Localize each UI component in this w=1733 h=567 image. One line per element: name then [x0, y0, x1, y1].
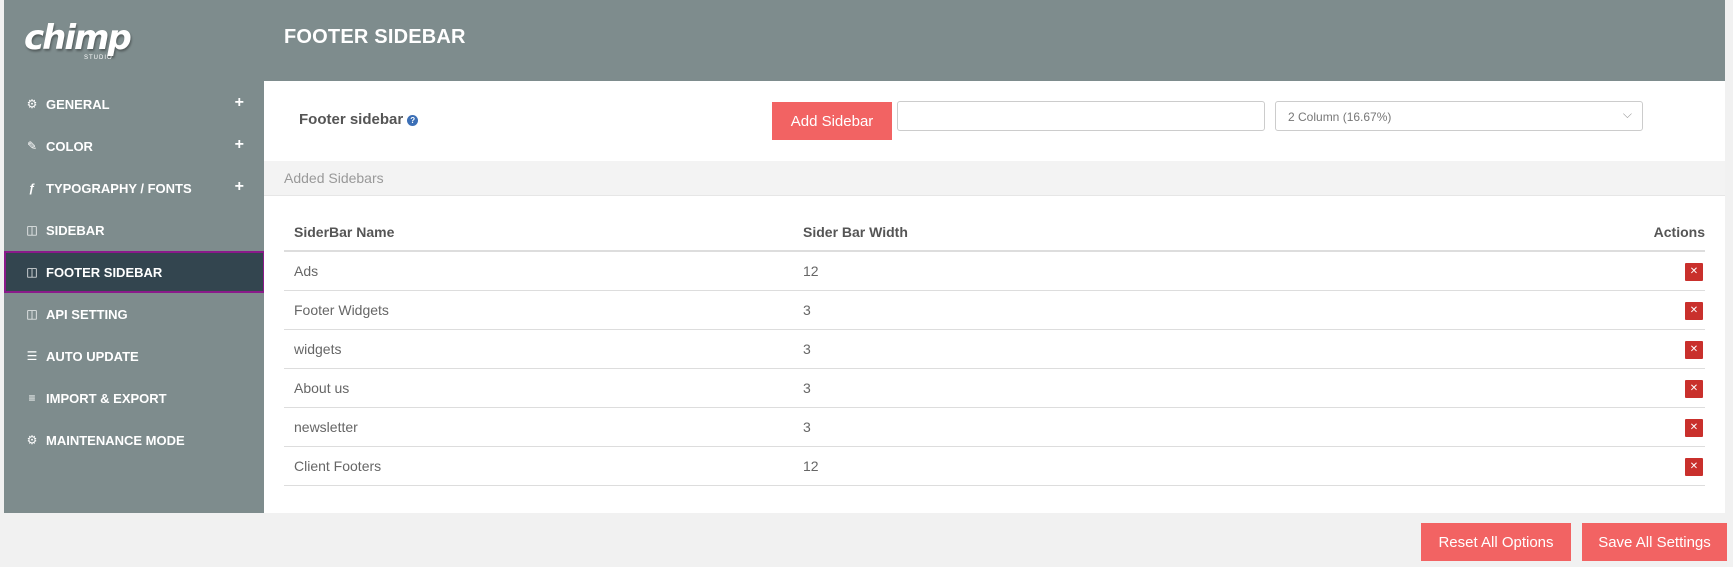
table-row: newsletter 3 ✕	[284, 407, 1705, 447]
page-title: FOOTER SIDEBAR	[284, 26, 466, 48]
columns-icon: ◫	[26, 223, 38, 237]
sidebar-item-import-export[interactable]: ≡ IMPORT & EXPORT	[4, 377, 264, 419]
save-all-settings-button[interactable]: Save All Settings	[1582, 523, 1727, 561]
sidebar-item-maintenance-mode[interactable]: ⚙ MAINTENANCE MODE	[4, 419, 264, 461]
sidebar-name-cell: About us	[284, 368, 793, 408]
actions-cell: ✕	[1387, 407, 1705, 447]
chevron-down-icon: ⌵	[1622, 107, 1632, 121]
col-sidebar-width: Sider Bar Width	[793, 214, 1388, 252]
magic-wand-icon: ✎	[26, 139, 38, 153]
logo: chimp STUDIO	[24, 18, 134, 64]
sidebar-item-api-setting[interactable]: ◫ API SETTING	[4, 293, 264, 335]
table-row: widgets 3 ✕	[284, 329, 1705, 369]
sidebar-name-input[interactable]	[897, 101, 1265, 131]
table-row: Ads 12 ✕	[284, 251, 1705, 291]
sidebar-width-cell: 3	[793, 290, 1388, 330]
gear-icon: ⚙	[26, 97, 38, 111]
cogs-icon: ⚙	[26, 433, 38, 447]
sidebar-item-label: SIDEBAR	[46, 222, 105, 238]
sidebar-width-cell: 12	[793, 446, 1388, 486]
sidebar-item-label: FOOTER SIDEBAR	[46, 264, 163, 280]
table-header-row: SiderBar Name Sider Bar Width Actions	[284, 214, 1705, 252]
actions-cell: ✕	[1387, 290, 1705, 330]
logo-text: chimp	[24, 18, 132, 58]
main-content: Footer sidebar? Add Sidebar 2 Column (16…	[264, 81, 1725, 513]
font-icon: ƒ	[28, 181, 36, 195]
logo-subtext: STUDIO	[84, 55, 113, 61]
delete-icon[interactable]: ✕	[1685, 301, 1703, 320]
delete-icon[interactable]: ✕	[1685, 340, 1703, 359]
added-sidebars-bar: Added Sidebars	[264, 161, 1725, 196]
footer-sidebar-label: Footer sidebar?	[299, 111, 419, 128]
table-row: Footer Widgets 3 ✕	[284, 290, 1705, 330]
sidebar-name-cell: widgets	[284, 329, 793, 369]
sidebar-item-label: TYPOGRAPHY / FONTS	[46, 180, 192, 196]
page-header: FOOTER SIDEBAR	[264, 0, 1725, 81]
add-sidebar-form: Footer sidebar? Add Sidebar 2 Column (16…	[264, 81, 1725, 161]
actions-cell: ✕	[1387, 446, 1705, 486]
expand-plus-icon[interactable]: +	[235, 94, 244, 112]
sidebar-item-auto-update[interactable]: ☰ AUTO UPDATE	[4, 335, 264, 377]
table-row: Client Footers 12 ✕	[284, 446, 1705, 486]
sidebar-name-cell: Client Footers	[284, 446, 793, 486]
sidebar: chimp STUDIO ⚙ GENERAL + ✎ COLOR + ƒ TYP…	[4, 0, 265, 513]
sidebar-item-label: COLOR	[46, 138, 93, 154]
columns-icon: ◫	[26, 265, 38, 279]
expand-plus-icon[interactable]: +	[235, 178, 244, 196]
delete-icon[interactable]: ✕	[1685, 457, 1703, 476]
sidebar-item-label: GENERAL	[46, 96, 110, 112]
columns-icon: ◫	[26, 307, 38, 321]
reset-all-options-button[interactable]: Reset All Options	[1421, 523, 1571, 561]
actions-cell: ✕	[1387, 329, 1705, 369]
delete-icon[interactable]: ✕	[1685, 418, 1703, 437]
sidebar-item-label: IMPORT & EXPORT	[46, 390, 167, 406]
col-sidebar-name: SiderBar Name	[284, 214, 793, 252]
add-sidebar-button[interactable]: Add Sidebar	[772, 102, 892, 140]
sidebar-width-select[interactable]: 2 Column (16.67%) ⌵	[1275, 101, 1643, 131]
col-actions: Actions	[1387, 214, 1705, 252]
expand-plus-icon[interactable]: +	[235, 136, 244, 154]
sidebar-item-sidebar[interactable]: ◫ SIDEBAR	[4, 209, 264, 251]
sidebar-item-footer-sidebar[interactable]: ◫ FOOTER SIDEBAR	[4, 251, 265, 293]
help-icon[interactable]: ?	[407, 114, 419, 126]
sidebar-name-cell: newsletter	[284, 407, 793, 447]
sidebar-item-general[interactable]: ⚙ GENERAL +	[4, 83, 264, 125]
sidebar-width-cell: 12	[793, 251, 1388, 291]
sidebar-item-typography[interactable]: ƒ TYPOGRAPHY / FONTS +	[4, 167, 264, 209]
sidebar-width-cell: 3	[793, 329, 1388, 369]
sidebar-nav: ⚙ GENERAL + ✎ COLOR + ƒ TYPOGRAPHY / FON…	[4, 83, 265, 461]
sidebars-table: SiderBar Name Sider Bar Width Actions Ad…	[284, 214, 1705, 486]
delete-icon[interactable]: ✕	[1685, 379, 1703, 398]
sidebar-item-label: MAINTENANCE MODE	[46, 432, 185, 448]
sidebar-item-label: API SETTING	[46, 306, 128, 322]
delete-icon[interactable]: ✕	[1685, 262, 1703, 281]
table-row: About us 3 ✕	[284, 368, 1705, 408]
actions-cell: ✕	[1387, 251, 1705, 291]
sidebar-name-cell: Footer Widgets	[284, 290, 793, 330]
sidebar-name-cell: Ads	[284, 251, 793, 291]
sidebar-item-color[interactable]: ✎ COLOR +	[4, 125, 264, 167]
form-label-text: Footer sidebar	[299, 111, 404, 128]
sidebar-item-label: AUTO UPDATE	[46, 348, 139, 364]
server-icon: ☰	[26, 349, 38, 363]
added-sidebars-title: Added Sidebars	[284, 170, 384, 186]
sidebar-width-cell: 3	[793, 407, 1388, 447]
selected-width-value: 2 Column (16.67%)	[1288, 110, 1392, 124]
actions-cell: ✕	[1387, 368, 1705, 408]
database-icon: ≡	[28, 391, 36, 405]
sidebar-width-cell: 3	[793, 368, 1388, 408]
